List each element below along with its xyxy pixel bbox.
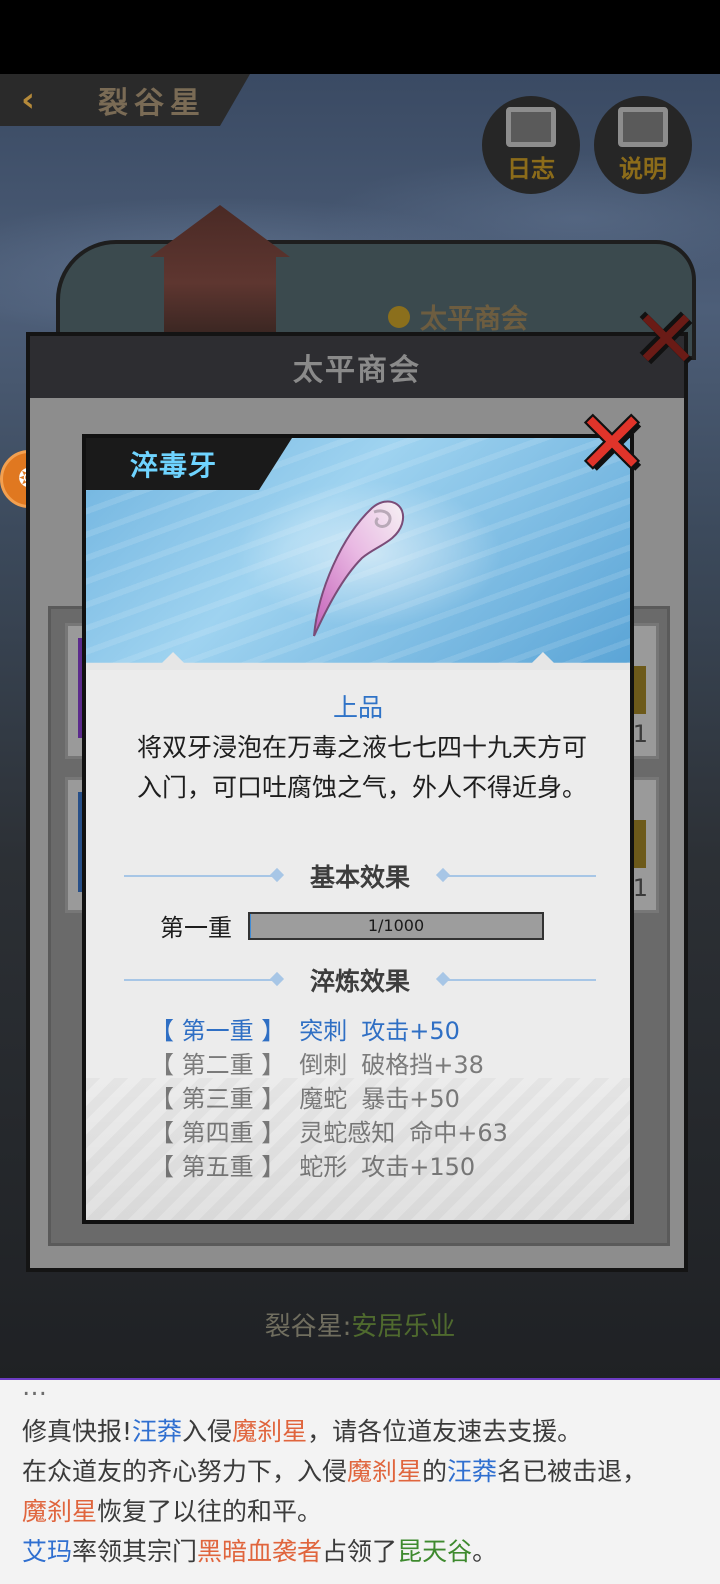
news-line-clipped: …: [22, 1378, 47, 1401]
refine-effect-tier: 【 第一重 】: [150, 1017, 286, 1045]
item-name: 淬毒牙: [86, 438, 292, 490]
refine-effect-bonus: 破格挡+38: [361, 1051, 484, 1079]
news-line: 艾玛率领其宗门黑暗血袭者占领了昆天谷。: [22, 1532, 497, 1568]
news-place: 昆天谷: [397, 1537, 473, 1566]
shop-item-qty: 1: [632, 874, 648, 902]
tier-progress-bar: 1/1000: [248, 911, 544, 940]
fang-icon: [313, 500, 405, 637]
refine-effect-name: 突刺: [299, 1017, 348, 1045]
price-tag: [632, 820, 646, 868]
book-icon: [506, 106, 556, 147]
news-line: 修真快报!汪莽入侵魔刹星，请各位道友速去支援。: [22, 1412, 582, 1448]
progress-text: 1/1000: [367, 916, 425, 935]
back-button[interactable]: ‹: [0, 74, 56, 126]
popup-background-pattern: [86, 1078, 630, 1220]
news-guild: 黑暗血袭者: [197, 1537, 323, 1566]
news-text: 。: [472, 1537, 498, 1566]
planet-name: 裂谷星: [98, 86, 206, 121]
planet-status-state: 安居乐业: [351, 1311, 456, 1342]
item-detail-popup: 淬毒牙 上品 将双牙浸泡在万毒之液七七四十九天方可入门，可口吐腐蚀之气，外人不得…: [82, 434, 634, 1224]
divider: [438, 875, 597, 877]
shop-close-icon[interactable]: ✕: [630, 300, 702, 380]
refine-effect-name: 倒刺: [299, 1051, 348, 1079]
refine-effect-tier: 【 第二重 】: [150, 1051, 286, 1079]
tier-label: 第一重: [160, 914, 232, 942]
divider: [124, 979, 282, 981]
close-icon: ✕: [575, 394, 649, 494]
log-button[interactable]: 日志: [482, 96, 580, 194]
help-label: 说明: [619, 154, 667, 183]
news-planet: 魔刹星: [22, 1497, 98, 1526]
status-bar: [0, 0, 720, 74]
popup-close-button[interactable]: ✕: [574, 394, 650, 494]
news-text: 的: [422, 1457, 448, 1486]
basic-effect-title: 基本效果: [310, 863, 411, 892]
refine-effect-row: 【 第一重 】突刺 攻击+50: [150, 1014, 590, 1048]
news-text: 修真快报!: [22, 1417, 133, 1446]
price-tag: [632, 666, 646, 714]
news-text: 占领了: [322, 1537, 398, 1566]
news-planet: 魔刹星: [347, 1457, 423, 1486]
planet-header: ‹ 裂谷星: [0, 74, 250, 126]
news-line: 在众道友的齐心努力下，入侵魔刹星的汪莽名已被击退，: [22, 1452, 647, 1488]
basic-effect-header: 基本效果: [124, 860, 597, 892]
news-text: 名已被击退，: [497, 1457, 648, 1486]
news-player: 艾玛: [22, 1537, 73, 1566]
refine-effect-bonus: 攻击+50: [361, 1017, 460, 1045]
merchant-tag[interactable]: 太平商会: [388, 297, 528, 336]
refine-effect-header: 淬炼效果: [124, 964, 597, 996]
divider: [124, 875, 282, 877]
planet-status-prefix: 裂谷星:: [264, 1311, 352, 1342]
news-planet: 魔刹星: [232, 1417, 308, 1446]
news-line: 魔刹星恢复了以往的和平。: [22, 1492, 322, 1528]
planet-status: 裂谷星: 安居乐业: [0, 1300, 720, 1348]
shop-title: 太平商会: [30, 336, 684, 398]
merchant-label: 太平商会: [420, 304, 528, 335]
help-button[interactable]: 说明: [594, 96, 692, 194]
tier-progress-row: 第一重 1/1000: [160, 908, 544, 943]
news-player: 汪莽: [447, 1457, 498, 1486]
log-label: 日志: [507, 154, 555, 183]
news-text: 恢复了以往的和平。: [97, 1497, 323, 1526]
notepad-icon: [618, 106, 668, 147]
refine-effect-title: 淬炼效果: [310, 967, 411, 996]
news-text: ，请各位道友速去支援。: [307, 1417, 583, 1446]
coin-icon: [388, 305, 410, 328]
item-description: 将双牙浸泡在万毒之液七七四十九天方可入门，可口吐腐蚀之气，外人不得近身。: [136, 733, 587, 802]
shop-item-qty: 1: [632, 720, 648, 748]
divider: [438, 979, 597, 981]
news-text: 入侵: [182, 1417, 233, 1446]
news-text: 在众道友的齐心努力下，入侵: [22, 1457, 348, 1486]
item-rarity: 上品: [332, 693, 383, 722]
news-text: 率领其宗门: [72, 1537, 198, 1566]
news-feed[interactable]: … 修真快报!汪莽入侵魔刹星，请各位道友速去支援。 在众道友的齐心努力下，入侵魔…: [0, 1378, 720, 1584]
refine-effect-row: 【 第二重 】倒刺 破格挡+38: [150, 1048, 590, 1082]
item-art-panel: 淬毒牙: [86, 438, 630, 670]
news-player: 汪莽: [132, 1417, 183, 1446]
